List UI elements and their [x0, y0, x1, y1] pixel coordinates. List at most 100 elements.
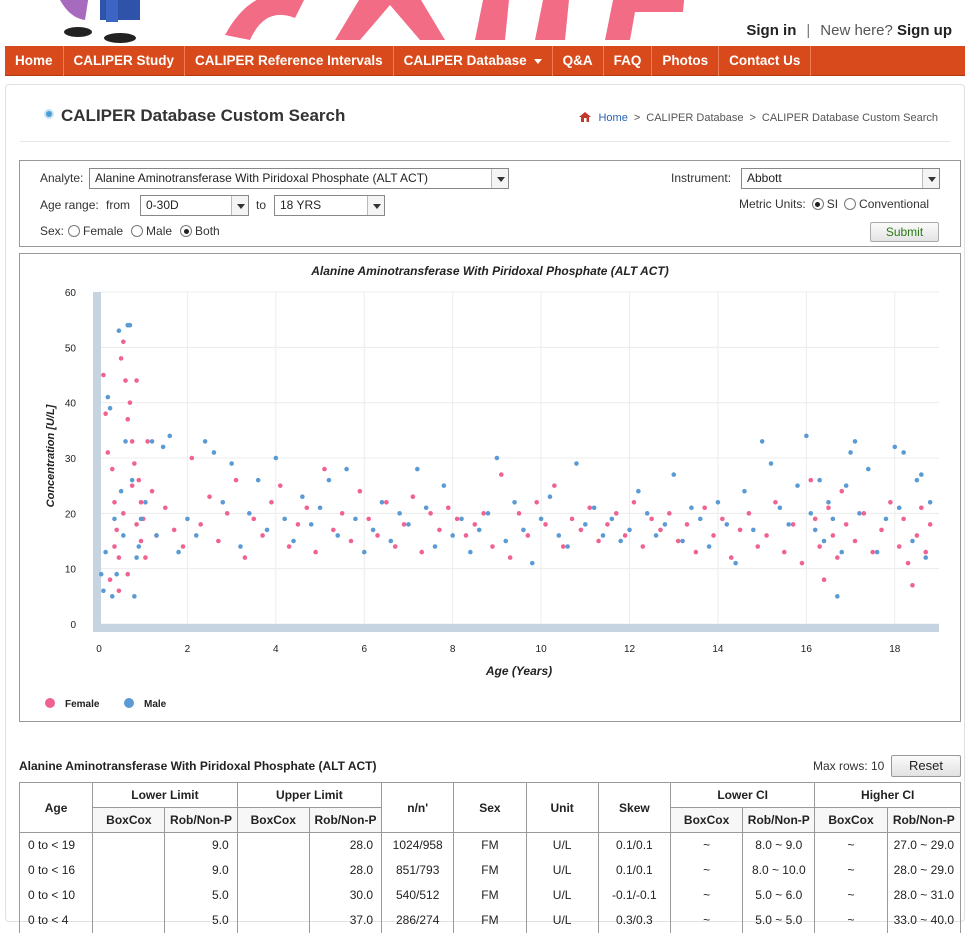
home-icon	[579, 112, 592, 122]
cell-ll-bc	[92, 857, 166, 883]
breadcrumb-database[interactable]: CALIPER Database	[646, 112, 743, 124]
point-male	[600, 533, 606, 538]
nav-photos[interactable]: Photos	[652, 46, 720, 76]
point-male	[768, 461, 774, 466]
point-female	[132, 461, 137, 466]
point-male	[494, 455, 500, 461]
reset-button[interactable]: Reset	[891, 755, 961, 777]
point-female	[269, 499, 274, 505]
point-male	[450, 533, 455, 538]
cell-n: 851/793	[381, 857, 455, 883]
sex-male-label: Male	[146, 224, 173, 238]
nav-caliper-study[interactable]: CALIPER Study	[64, 46, 186, 76]
instrument-label: Instrument:	[671, 171, 732, 185]
point-male	[423, 505, 429, 511]
metric-conventional-radio[interactable]	[844, 198, 857, 210]
table-row: 0 to < 10 5.0 30.0 540/512 FM U/L -0.1/-0.1 ~5.…	[18, 882, 962, 908]
submit-button[interactable]: Submit	[870, 222, 939, 242]
x-tick-label: 2	[185, 644, 191, 655]
point-female	[189, 455, 195, 461]
th-n: n/n'	[381, 782, 455, 833]
point-female	[233, 477, 239, 483]
sex-male-radio[interactable]	[131, 225, 144, 237]
th-ll-robnonp: Rob/Non-P	[164, 807, 238, 833]
point-male	[468, 549, 473, 555]
age-from-select[interactable]: 0-30D	[140, 195, 249, 216]
point-male	[300, 494, 305, 500]
legend-male-label: Male	[144, 699, 167, 710]
cell-age: 0 to < 19	[18, 832, 94, 858]
nav-contact-us[interactable]: Contact Us	[719, 46, 812, 76]
point-male	[521, 527, 526, 533]
point-female	[605, 522, 610, 527]
x-tick-label: 14	[712, 644, 724, 655]
point-female	[313, 549, 318, 555]
age-to-select[interactable]: 18 YRS	[274, 195, 385, 216]
nav-caliper-database[interactable]: CALIPER Database	[394, 46, 553, 76]
th-upper-limit: Upper Limit	[236, 782, 383, 808]
point-female	[103, 411, 108, 417]
cell-n: 540/512	[381, 882, 455, 908]
point-female	[658, 527, 663, 533]
nav-reference-intervals[interactable]: CALIPER Reference Intervals	[185, 46, 394, 76]
point-male	[697, 516, 703, 522]
point-male	[609, 516, 615, 522]
point-female	[525, 533, 531, 538]
nav-home[interactable]: Home	[5, 46, 64, 76]
point-male	[317, 505, 323, 511]
point-male	[817, 477, 822, 483]
point-male	[715, 499, 721, 505]
point-female	[919, 505, 924, 511]
point-male	[101, 588, 106, 594]
page-title: CALIPER Database Custom Search	[43, 106, 345, 126]
cell-lci-rob: 5.0 ~ 5.0	[742, 907, 816, 933]
point-female	[331, 527, 336, 533]
point-female	[870, 549, 875, 555]
point-male	[618, 538, 623, 544]
point-male	[865, 466, 871, 472]
point-male	[503, 538, 509, 544]
point-male	[830, 516, 836, 522]
point-male	[547, 494, 553, 500]
y-tick-label: 50	[65, 343, 77, 354]
cell-ul-bc	[236, 832, 310, 858]
point-female	[216, 538, 221, 544]
point-male	[529, 560, 535, 566]
nav-label: FAQ	[613, 53, 642, 68]
nav-qa[interactable]: Q&A	[553, 46, 604, 76]
th-hci-robnonp: Rob/Non-P	[886, 807, 962, 833]
metric-si-radio[interactable]	[811, 198, 824, 210]
instrument-select[interactable]: Abbott	[741, 168, 940, 189]
point-male	[264, 527, 270, 533]
chart-title: Alanine Aminotransferase With Piridoxal …	[310, 264, 669, 278]
sex-female-radio[interactable]	[68, 225, 81, 237]
point-female	[914, 533, 920, 538]
point-male	[229, 461, 234, 466]
breadcrumb-sep: >	[749, 112, 756, 124]
cell-hci-bc: ~	[814, 882, 888, 908]
point-male	[273, 455, 279, 461]
point-male	[127, 322, 133, 328]
cell-hci-rob: 28.0 ~ 31.0	[886, 882, 962, 908]
point-female	[901, 516, 906, 522]
breadcrumb-home[interactable]: Home	[598, 112, 627, 124]
point-male	[751, 527, 756, 533]
point-male	[344, 466, 349, 472]
point-male	[733, 560, 738, 566]
point-male	[112, 516, 117, 522]
nav-faq[interactable]: FAQ	[604, 46, 653, 76]
cell-skew: 0.3/0.3	[597, 907, 671, 933]
point-female	[667, 511, 672, 516]
sex-both-radio[interactable]	[180, 225, 193, 237]
cell-ul-bc	[236, 857, 310, 883]
cell-ul-rob: 28.0	[308, 857, 383, 883]
analyte-select[interactable]: Alanine Aminotransferase With Piridoxal …	[89, 168, 509, 189]
sign-in-link[interactable]: Sign in	[746, 22, 796, 39]
point-female	[543, 522, 548, 527]
sign-up-link[interactable]: Sign up	[897, 22, 952, 39]
cell-ul-bc	[236, 882, 310, 908]
point-male	[379, 499, 385, 505]
point-female	[675, 538, 681, 544]
point-female	[109, 466, 115, 472]
y-tick-label: 30	[65, 454, 77, 465]
